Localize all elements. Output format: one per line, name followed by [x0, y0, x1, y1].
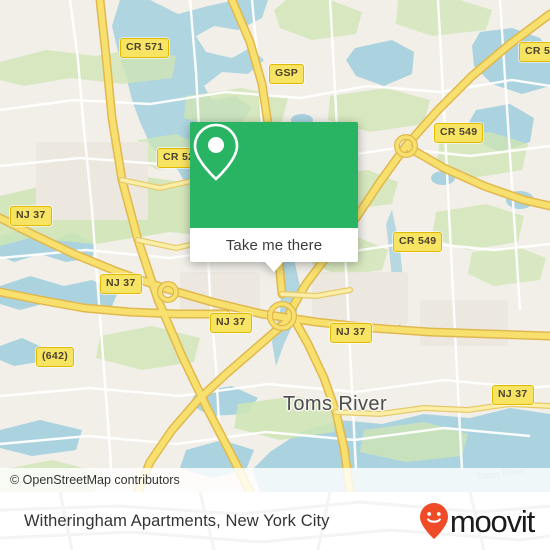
- moovit-logo[interactable]: moovit: [419, 502, 535, 540]
- road-shield-nj-37: NJ 37: [10, 206, 52, 226]
- road-shield-cr-54: CR 54: [519, 42, 550, 62]
- popup-arrow: [265, 262, 283, 272]
- page-title: Witheringham Apartments, New York City: [24, 511, 330, 530]
- road-shield-gsp: GSP: [269, 64, 305, 84]
- road-shield-nj-37: NJ 37: [210, 313, 252, 333]
- map-screenshot: CR 571GSPCR 54CR 549CR 52NJ 37CR 549NJ 3…: [0, 0, 550, 550]
- moovit-wordmark: moovit: [449, 503, 535, 539]
- take-me-there-label: Take me there: [225, 236, 323, 254]
- place-label-toms-river: Toms River: [283, 393, 388, 415]
- road-shield-cr-549: CR 549: [393, 232, 443, 252]
- map-attribution: © OpenStreetMap contributors: [0, 468, 550, 492]
- map-pin-icon: [193, 123, 239, 181]
- attribution-text: © OpenStreetMap contributors: [10, 473, 180, 487]
- road-shield-nj-37: NJ 37: [330, 323, 372, 343]
- road-shield-nj-37: NJ 37: [100, 274, 142, 294]
- map-canvas[interactable]: CR 571GSPCR 54CR 549CR 52NJ 37CR 549NJ 3…: [0, 0, 550, 492]
- road-shield-nj-37: NJ 37: [492, 385, 534, 405]
- road-shield-642: (642): [36, 347, 75, 367]
- take-me-there-popup[interactable]: Take me there: [190, 122, 358, 272]
- popup-image-area: [190, 122, 358, 228]
- road-shield-cr-549: CR 549: [434, 123, 484, 143]
- popup-footer[interactable]: Take me there: [190, 228, 358, 262]
- road-shield-cr-571: CR 571: [120, 38, 170, 58]
- moovit-smiley-pin-icon: [419, 503, 448, 539]
- footer-bar: Witheringham Apartments, New York City m…: [0, 492, 550, 550]
